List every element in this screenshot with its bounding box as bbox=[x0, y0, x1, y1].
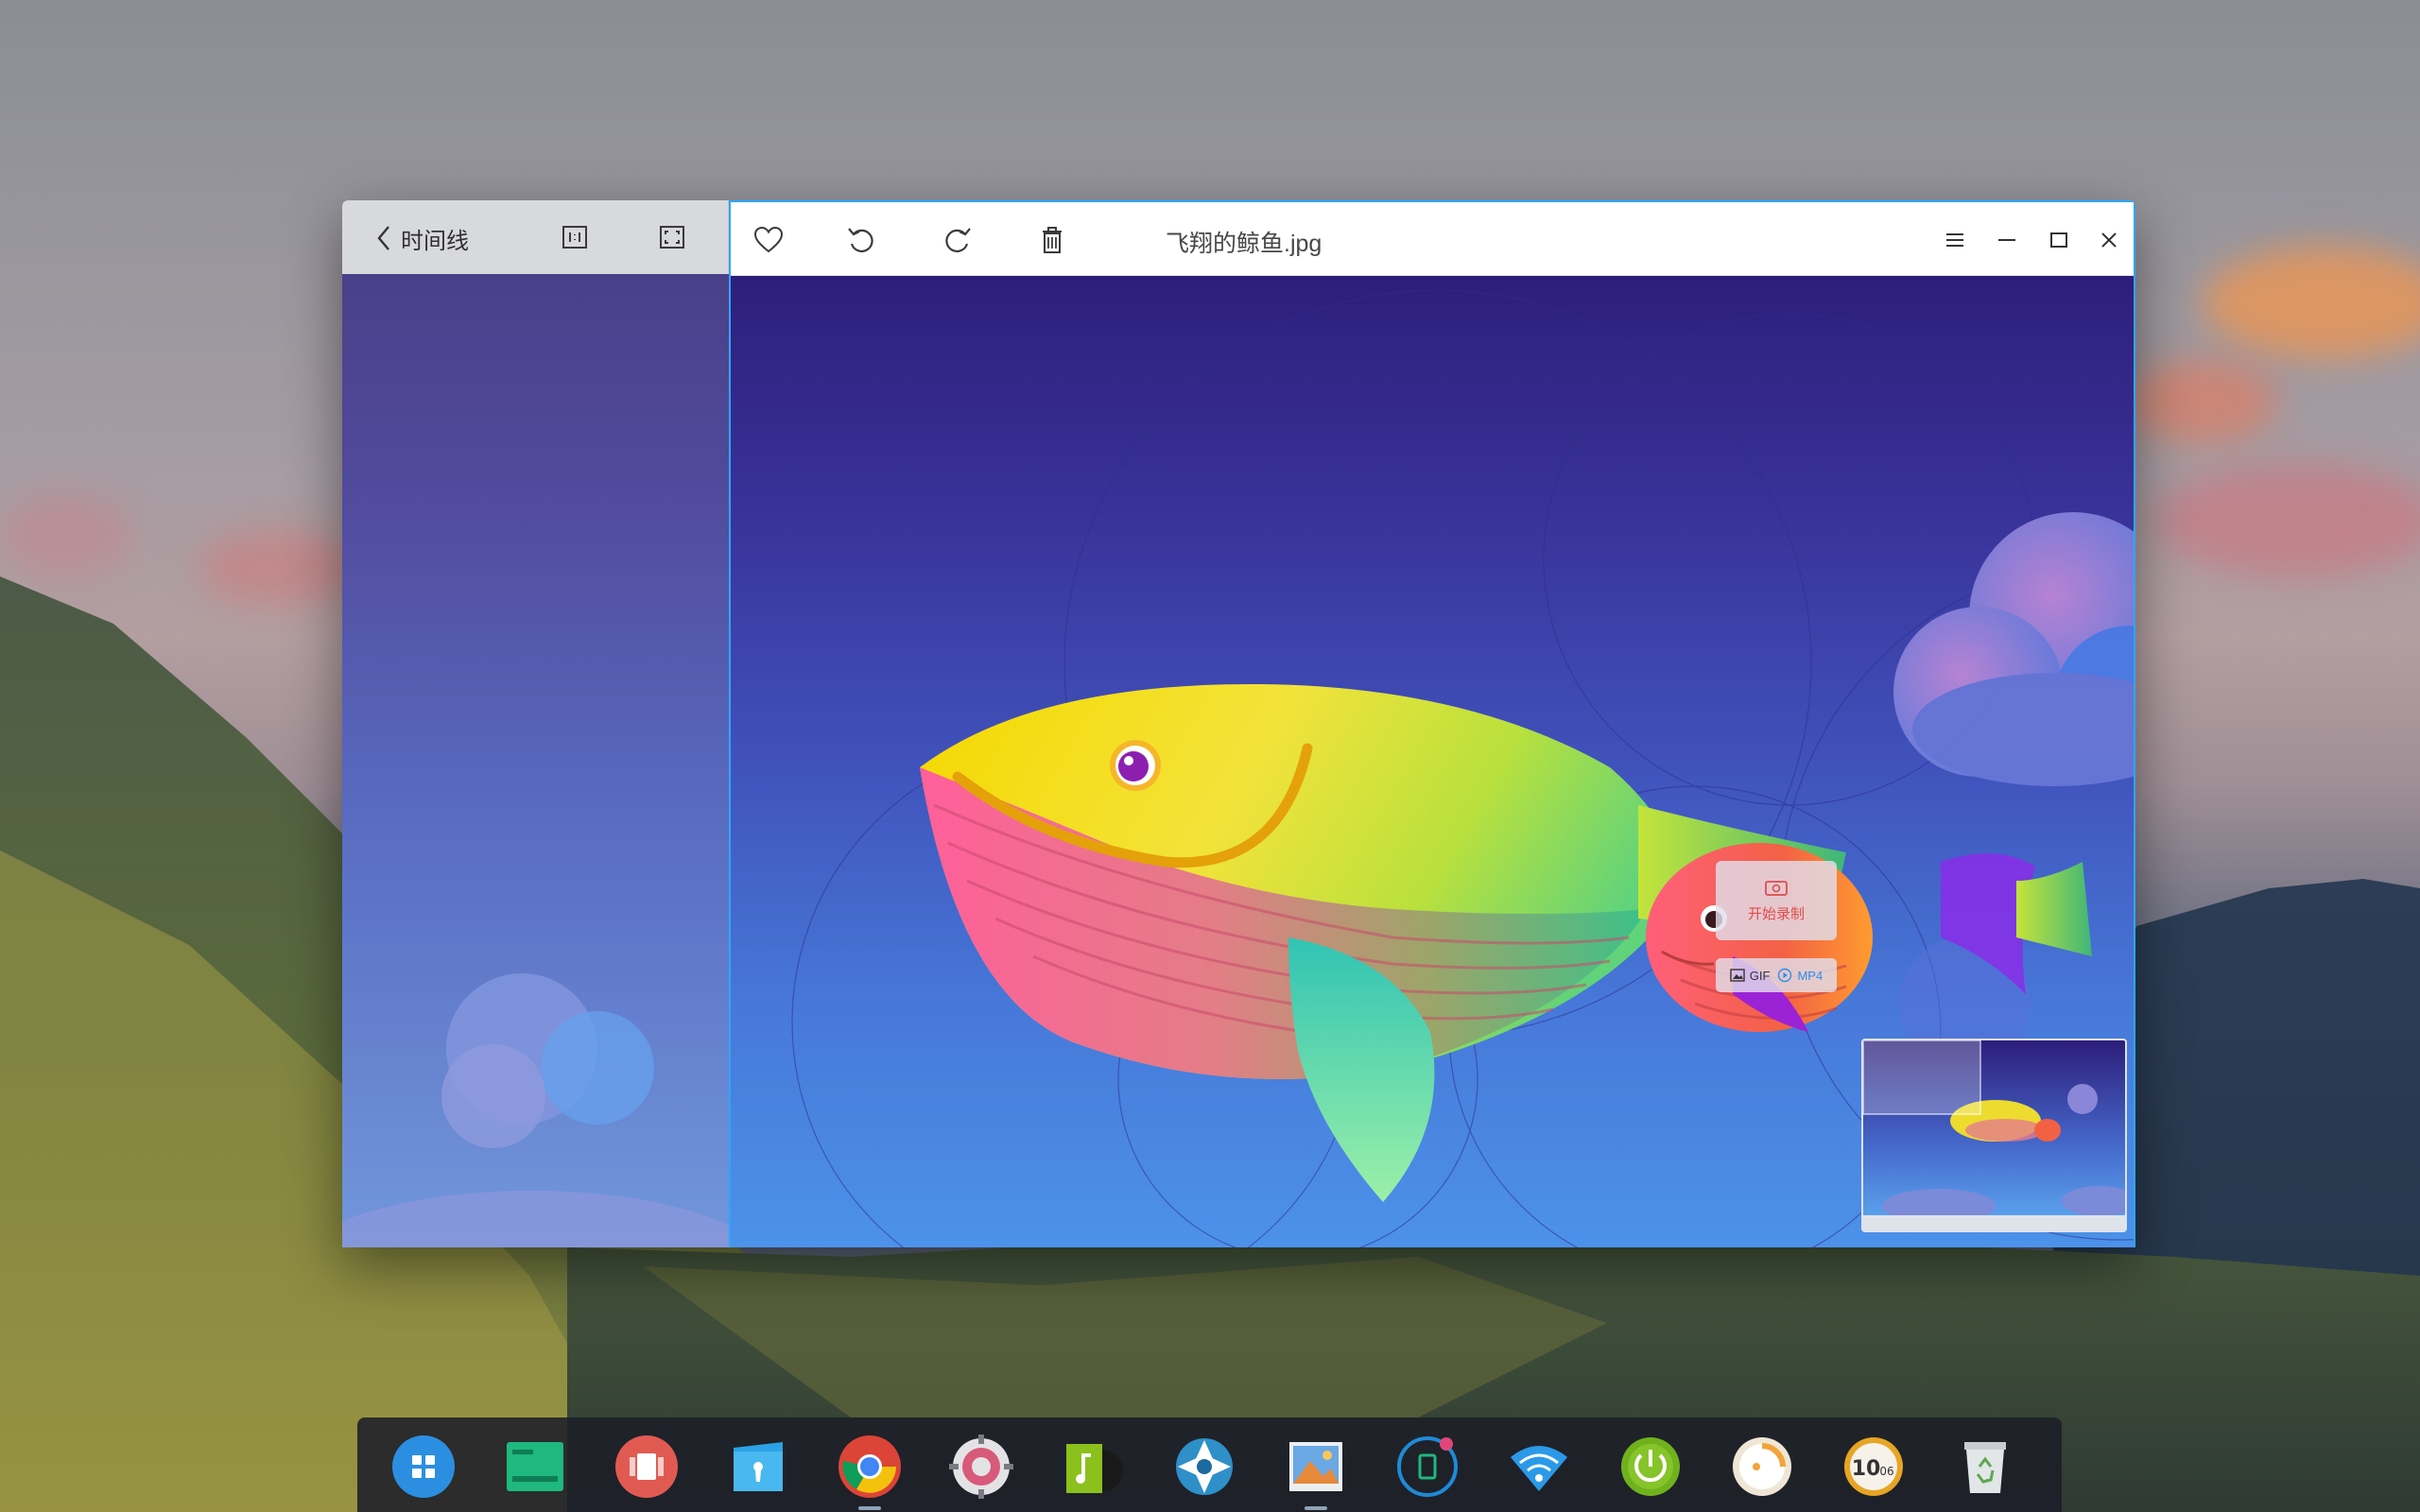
dock-screenshot[interactable] bbox=[1170, 1433, 1238, 1501]
music-icon bbox=[1066, 1444, 1123, 1493]
dock-trash[interactable] bbox=[1951, 1433, 2019, 1501]
minimize-button[interactable] bbox=[1988, 221, 2026, 259]
start-recording-button[interactable]: 开始录制 bbox=[1716, 861, 1837, 940]
delete-button[interactable] bbox=[1033, 221, 1071, 259]
minimize-icon bbox=[1998, 239, 2015, 241]
svg-text:06: 06 bbox=[1879, 1465, 1893, 1478]
mp4-label: MP4 bbox=[1797, 968, 1824, 983]
back-label: 时间线 bbox=[401, 228, 469, 254]
favorite-button[interactable] bbox=[750, 221, 787, 259]
viewer-sidebar: 时间线 bbox=[342, 200, 729, 1247]
navigator-preview bbox=[1863, 1040, 2125, 1230]
fullscreen-icon bbox=[660, 226, 684, 249]
close-icon bbox=[2101, 232, 2117, 248]
dock-multitask-view[interactable] bbox=[501, 1433, 569, 1501]
dock-clock[interactable] bbox=[1728, 1433, 1796, 1501]
dock-file-manager[interactable] bbox=[724, 1433, 792, 1501]
play-circle-icon bbox=[1778, 968, 1792, 983]
heart-icon bbox=[753, 226, 784, 253]
gif-format-option[interactable]: GIF bbox=[1730, 968, 1771, 983]
image-navigator-thumbnail[interactable] bbox=[1861, 1039, 2127, 1232]
screenshot-icon bbox=[1176, 1438, 1233, 1495]
hamburger-menu-icon bbox=[1946, 233, 1963, 247]
launcher-icon bbox=[392, 1435, 455, 1498]
trash-icon bbox=[1043, 227, 1062, 253]
rotate-left-button[interactable] bbox=[842, 221, 880, 259]
title-bar: 飞翔的鲸鱼.jpg bbox=[731, 202, 2134, 276]
main-menu-button[interactable] bbox=[1936, 221, 1974, 259]
clock-icon bbox=[1733, 1437, 1791, 1496]
notification-center-icon bbox=[1397, 1436, 1458, 1497]
start-recording-label: 开始录制 bbox=[1747, 905, 1805, 922]
dock-image-viewer[interactable] bbox=[1282, 1433, 1350, 1510]
control-center-icon bbox=[949, 1435, 1013, 1499]
actual-size-button[interactable] bbox=[557, 219, 593, 255]
video-camera-icon bbox=[1765, 880, 1788, 896]
dock: 10 06 bbox=[357, 1418, 2062, 1512]
dock-google-chrome[interactable] bbox=[836, 1433, 904, 1510]
running-indicator bbox=[1305, 1506, 1327, 1510]
trash-icon bbox=[1964, 1442, 2006, 1493]
maximize-button[interactable] bbox=[2040, 221, 2078, 259]
gif-label: GIF bbox=[1749, 968, 1771, 983]
image-viewer-icon bbox=[1289, 1442, 1342, 1491]
dock-power[interactable] bbox=[1616, 1433, 1685, 1501]
maximize-icon bbox=[2050, 232, 2067, 248]
dock-music-player[interactable] bbox=[1059, 1433, 1127, 1501]
rotate-counterclockwise-icon bbox=[848, 228, 873, 252]
power-icon bbox=[1621, 1437, 1680, 1496]
calendar-hour-label: 10 bbox=[1852, 1457, 1881, 1481]
dock-launcher[interactable] bbox=[389, 1433, 458, 1501]
dock-control-center[interactable] bbox=[947, 1433, 1015, 1501]
calendar-clock-icon: 10 06 bbox=[1844, 1437, 1903, 1496]
close-button[interactable] bbox=[2090, 221, 2128, 259]
file-title: 飞翔的鲸鱼.jpg bbox=[1166, 231, 1322, 257]
sidebar-toolbar: 时间线 bbox=[342, 200, 729, 274]
dock-notification-center[interactable] bbox=[1393, 1433, 1461, 1501]
running-indicator bbox=[858, 1506, 881, 1510]
dock-network[interactable] bbox=[1505, 1433, 1573, 1501]
rotate-right-button[interactable] bbox=[939, 221, 977, 259]
wifi-icon bbox=[1511, 1446, 1567, 1491]
chrome-icon bbox=[838, 1435, 901, 1498]
image-viewer-window: 时间线 飞翔的鲸鱼.jpg 开始录制 GIF MP4 bbox=[342, 200, 2135, 1247]
recording-format-selector: GIF MP4 bbox=[1716, 958, 1837, 992]
file-manager-icon bbox=[734, 1442, 783, 1491]
actual-size-icon bbox=[562, 226, 587, 249]
movie-icon bbox=[615, 1435, 678, 1498]
dock-movie-player[interactable] bbox=[613, 1433, 681, 1501]
back-to-timeline-button[interactable]: 时间线 bbox=[374, 221, 469, 255]
image-icon bbox=[1730, 969, 1745, 982]
chevron-left-icon bbox=[377, 226, 389, 250]
mp4-format-option[interactable]: MP4 bbox=[1777, 968, 1823, 983]
rotate-clockwise-icon bbox=[945, 228, 971, 252]
fit-window-button[interactable] bbox=[654, 219, 690, 255]
dock-calendar[interactable]: 10 06 bbox=[1840, 1433, 1908, 1501]
multitask-icon bbox=[507, 1442, 563, 1491]
cloud-shape bbox=[1893, 512, 2134, 786]
